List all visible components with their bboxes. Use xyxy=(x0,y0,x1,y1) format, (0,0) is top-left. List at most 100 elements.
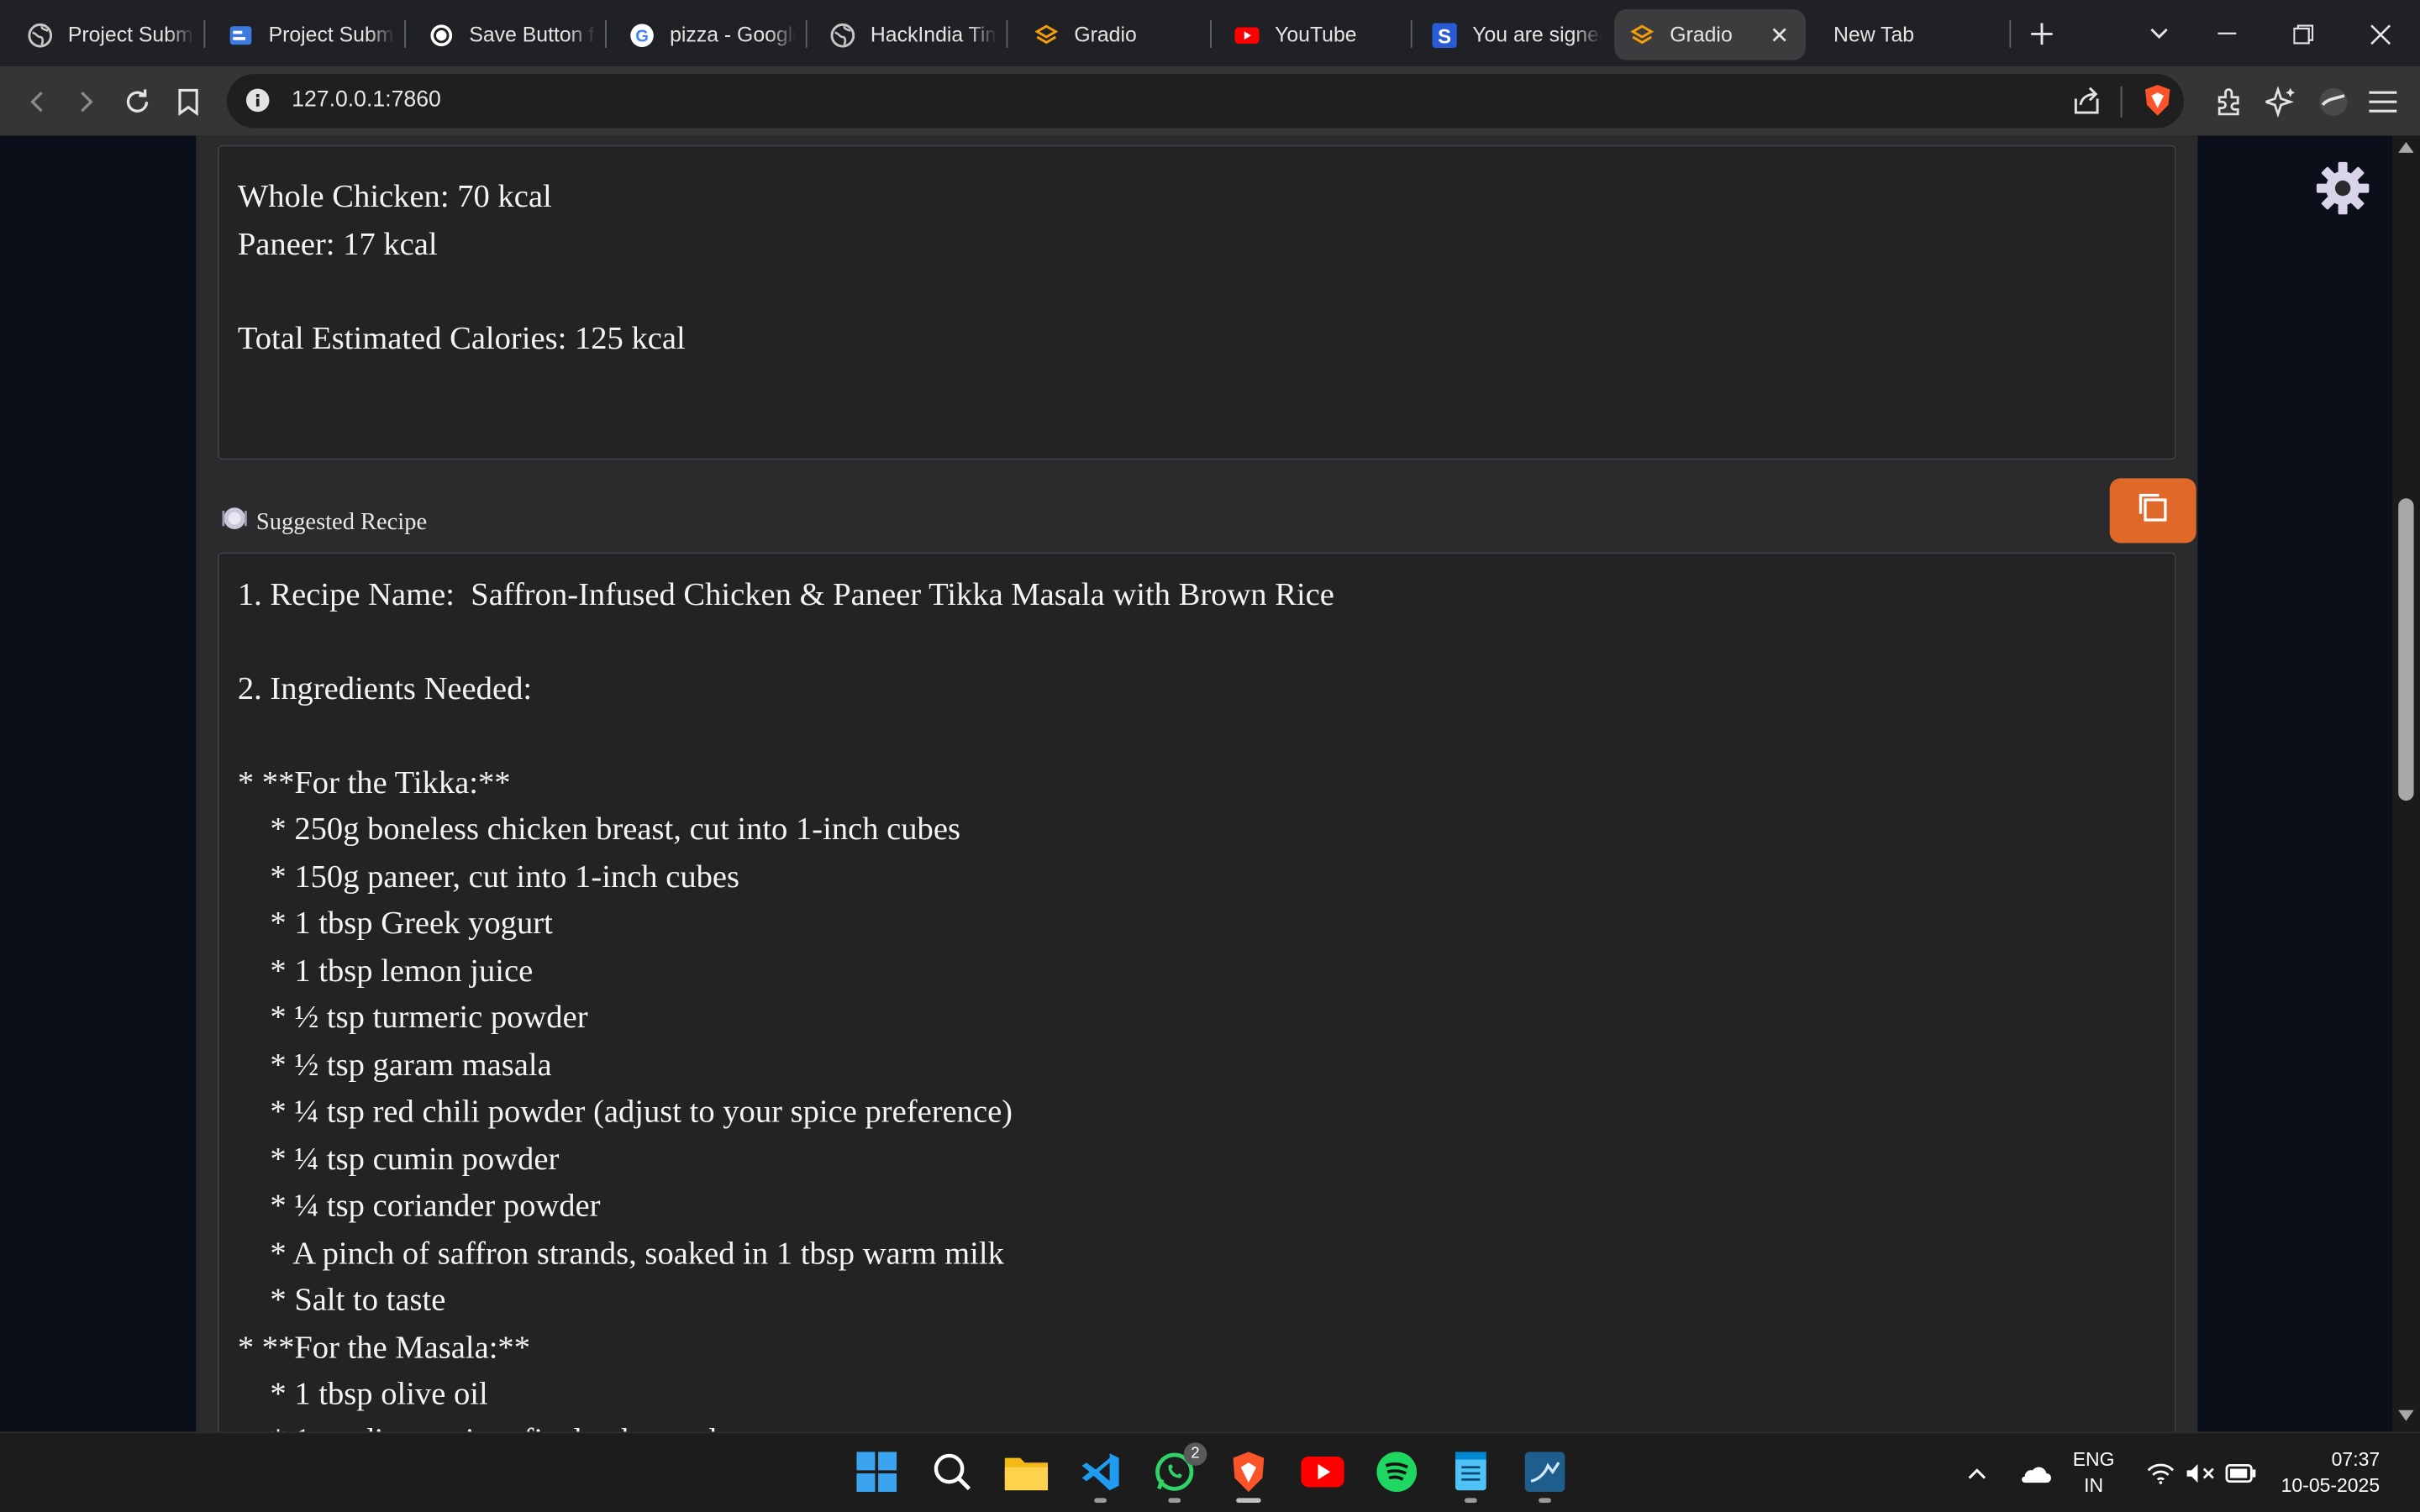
label-text: Suggested Recipe xyxy=(255,508,428,535)
brave-shields-icon[interactable] xyxy=(2142,83,2173,125)
back-arrow-icon[interactable] xyxy=(14,79,60,125)
calorie-line: Whole Chicken: 70 kcal xyxy=(237,177,552,215)
suggested-recipe-label: Suggested Recipe xyxy=(222,506,427,538)
svg-text:S: S xyxy=(1438,25,1451,48)
browser-tab-active[interactable]: Gradio ✕ xyxy=(1614,9,1806,60)
close-window-icon[interactable] xyxy=(2357,13,2403,55)
tab-search-chevron-icon[interactable] xyxy=(2136,13,2182,55)
browser-tab[interactable]: Project Submissions xyxy=(213,9,395,60)
recipe-line: * ¼ tsp red chili powder (adjust to your… xyxy=(237,1092,1013,1130)
vscode-icon[interactable] xyxy=(1074,1446,1126,1503)
close-tab-icon[interactable]: ✕ xyxy=(1765,21,1793,49)
notepad-icon[interactable] xyxy=(1444,1446,1497,1503)
browser-tab[interactable]: S You are signed in xyxy=(1417,9,1602,60)
calorie-output-box[interactable]: Whole Chicken: 70 kcal Paneer: 17 kcal T… xyxy=(217,144,2176,460)
menu-icon[interactable] xyxy=(2365,83,2402,120)
divider xyxy=(2120,86,2123,118)
browser-tab-strip: Project Submissions Project Submissions … xyxy=(0,0,2420,66)
browser-tab[interactable]: G pizza - Google Search xyxy=(614,9,797,60)
tab-separator xyxy=(604,19,607,48)
recipe-line: * 250g boneless chicken breast, cut into… xyxy=(237,810,960,848)
tab-title: Project Submissions xyxy=(67,23,195,47)
browser-tab[interactable]: Gradio xyxy=(1018,9,1203,60)
whatsapp-icon[interactable]: 2 xyxy=(1149,1442,1207,1503)
bookmark-icon[interactable] xyxy=(166,79,212,125)
tab-title: Project Submissions xyxy=(268,23,396,47)
recipe-line: * **For the Masala:** xyxy=(237,1328,531,1366)
recipe-line: * ¼ tsp coriander powder xyxy=(237,1186,601,1224)
recipe-line: * 1 tbsp olive oil xyxy=(237,1374,488,1412)
settings-gear-icon[interactable] xyxy=(2315,160,2370,216)
youtube-icon[interactable] xyxy=(1297,1446,1349,1498)
gradio-icon xyxy=(1034,23,1059,47)
extensions-icon[interactable] xyxy=(2212,83,2249,120)
globe-icon xyxy=(28,22,53,47)
tab-separator xyxy=(404,19,407,48)
plate-icon xyxy=(222,506,247,538)
tab-title: HackIndia Timeline xyxy=(870,23,997,47)
language-indicator[interactable]: ENG IN xyxy=(2073,1433,2115,1512)
file-explorer-icon[interactable] xyxy=(1000,1446,1052,1498)
scroll-down-arrow-icon[interactable] xyxy=(2398,1410,2414,1421)
clock-time: 07:37 xyxy=(2331,1448,2381,1471)
tab-title: pizza - Google Search xyxy=(670,23,797,47)
tab-title: YouTube xyxy=(1275,23,1357,47)
tab-separator xyxy=(1410,19,1413,48)
recipe-line: * 1 medium onion, finely chopped xyxy=(238,1420,716,1432)
recipe-output-box[interactable]: 1. Recipe Name: Saffron-Infused Chicken … xyxy=(217,552,2176,1432)
scrollbar-thumb[interactable] xyxy=(2398,498,2414,801)
brave-icon[interactable] xyxy=(1223,1446,1275,1503)
browser-tab[interactable]: New Tab xyxy=(1818,9,2003,60)
notification-badge: 2 xyxy=(1183,1442,1207,1466)
onedrive-cloud-icon[interactable] xyxy=(2018,1433,2051,1512)
recipe-line: * ½ tsp turmeric powder xyxy=(237,998,588,1036)
share-icon[interactable] xyxy=(2071,85,2102,123)
reload-icon[interactable] xyxy=(114,79,160,125)
tab-separator xyxy=(2009,19,2012,48)
browser-tab[interactable]: YouTube xyxy=(1219,9,1402,60)
copy-button[interactable] xyxy=(2109,478,2196,543)
chatgpt-icon xyxy=(429,23,454,47)
address-bar[interactable]: 127.0.0.1:7860 xyxy=(226,74,2184,129)
tab-separator xyxy=(1006,19,1008,48)
windows-start-icon[interactable] xyxy=(850,1446,902,1498)
battery-icon[interactable] xyxy=(2225,1433,2257,1512)
clock-date: 10-05-2025 xyxy=(2281,1474,2381,1497)
minimize-icon[interactable] xyxy=(2204,13,2250,55)
browser-tab[interactable]: Save Button for xyxy=(413,9,596,60)
site-info-icon[interactable] xyxy=(245,88,270,113)
mysql-workbench-icon[interactable] xyxy=(1518,1446,1570,1503)
browser-toolbar: 127.0.0.1:7860 xyxy=(0,66,2420,136)
restore-icon[interactable] xyxy=(2280,13,2326,55)
total-calories-line: Total Estimated Calories: 125 kcal xyxy=(237,319,686,357)
recipe-line: * ¼ tsp cumin powder xyxy=(237,1140,560,1178)
globe-icon xyxy=(830,22,855,47)
forward-arrow-icon[interactable] xyxy=(63,79,109,125)
browser-tab[interactable]: Project Submissions xyxy=(13,9,195,60)
wifi-icon[interactable] xyxy=(2147,1433,2175,1512)
recipe-line: * ½ tsp garam masala xyxy=(237,1046,552,1084)
clock[interactable]: 07:37 10-05-2025 xyxy=(2281,1433,2380,1512)
language-code: ENG xyxy=(2072,1448,2115,1471)
tab-separator xyxy=(1209,19,1212,48)
recipe-line: 2. Ingredients Needed: xyxy=(237,669,533,707)
volume-muted-icon[interactable] xyxy=(2186,1433,2217,1512)
browser-tab[interactable]: HackIndia Timeline xyxy=(815,9,997,60)
show-hidden-icons-chevron-icon[interactable] xyxy=(1966,1433,1988,1512)
recipe-line: * 1 tbsp Greek yogurt xyxy=(237,904,553,942)
page-viewport: Whole Chicken: 70 kcal Paneer: 17 kcal T… xyxy=(0,135,2420,1432)
leo-ai-icon[interactable] xyxy=(2263,83,2300,120)
tab-title: You are signed in xyxy=(1472,23,1602,47)
tab-title: Gradio xyxy=(1074,23,1137,47)
calorie-line: Paneer: 17 kcal xyxy=(237,225,438,263)
recipe-line: * 1 tbsp lemon juice xyxy=(237,952,534,990)
spotify-icon[interactable] xyxy=(1370,1446,1423,1498)
search-icon[interactable] xyxy=(926,1446,978,1498)
devfolio-icon xyxy=(229,23,253,47)
tab-title: Save Button for xyxy=(469,23,596,47)
new-tab-icon[interactable] xyxy=(2018,13,2065,55)
gradio-icon xyxy=(1630,23,1655,47)
recipe-line: * A pinch of saffron strands, soaked in … xyxy=(237,1234,1004,1272)
profile-avatar-icon[interactable] xyxy=(2315,83,2352,120)
scroll-up-arrow-icon[interactable] xyxy=(2398,141,2414,153)
